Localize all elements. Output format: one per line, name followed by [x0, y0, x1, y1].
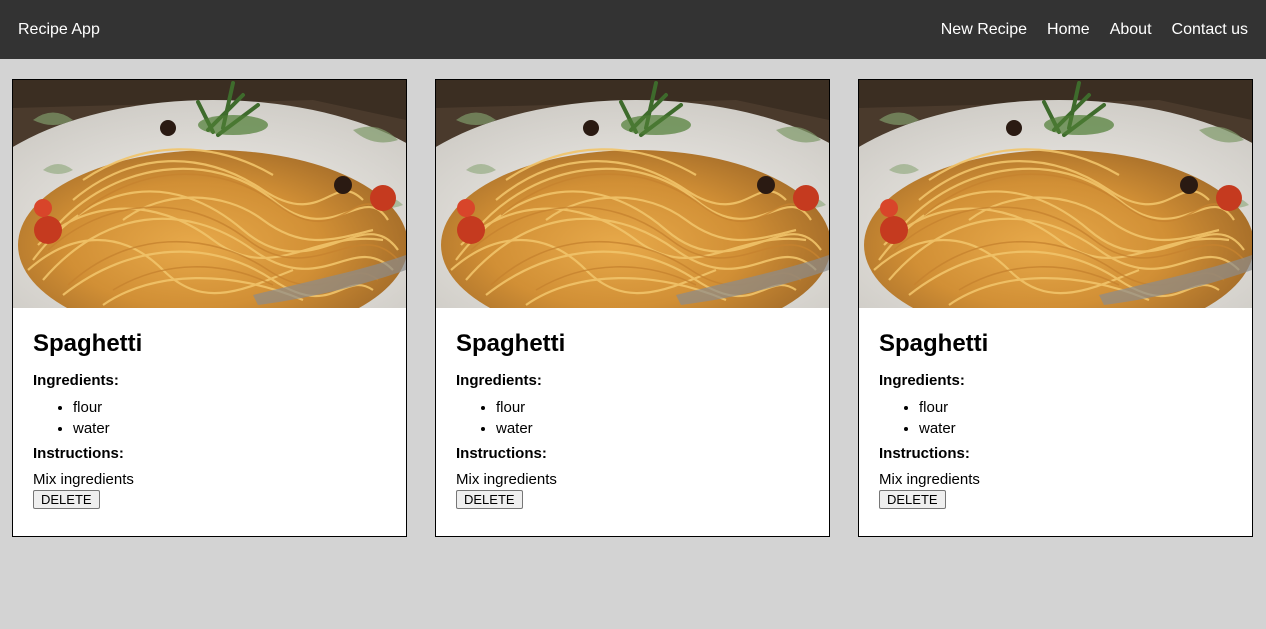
- recipe-title: Spaghetti: [33, 330, 143, 357]
- nav-link-contact-us[interactable]: Contact us: [1172, 21, 1248, 39]
- spaghetti-photo: [436, 80, 829, 308]
- delete-button[interactable]: DELETE: [33, 490, 100, 509]
- recipe-card-body: Spaghetti Ingredients: flour water Instr…: [859, 308, 1252, 509]
- spaghetti-photo: [859, 80, 1252, 308]
- ingredients-label: Ingredients:: [879, 372, 965, 389]
- spaghetti-photo: [13, 80, 406, 308]
- recipe-card: Spaghetti Ingredients: flour water Instr…: [435, 79, 830, 537]
- ingredients-label: Ingredients:: [33, 372, 119, 389]
- recipe-card: Spaghetti Ingredients: flour water Instr…: [858, 79, 1253, 537]
- nav-link-home[interactable]: Home: [1047, 21, 1090, 39]
- recipe-card-body: Spaghetti Ingredients: flour water Instr…: [13, 308, 406, 509]
- ingredients-list: flour water: [919, 397, 1232, 439]
- ingredient-item: flour: [73, 397, 386, 418]
- ingredients-list: flour water: [496, 397, 809, 439]
- instructions-text: Mix ingredients: [33, 471, 134, 488]
- nav-link-about[interactable]: About: [1110, 21, 1152, 39]
- recipe-title: Spaghetti: [879, 330, 989, 357]
- instructions-label: Instructions:: [879, 445, 970, 462]
- recipe-card: Spaghetti Ingredients: flour water Instr…: [12, 79, 407, 537]
- instructions-label: Instructions:: [456, 445, 547, 462]
- ingredient-item: flour: [919, 397, 1232, 418]
- ingredients-list: flour water: [73, 397, 386, 439]
- ingredients-label: Ingredients:: [456, 372, 542, 389]
- nav-link-new-recipe[interactable]: New Recipe: [941, 21, 1027, 39]
- delete-button[interactable]: DELETE: [879, 490, 946, 509]
- top-navbar: Recipe App New Recipe Home About Contact…: [0, 0, 1266, 59]
- recipe-title: Spaghetti: [456, 330, 566, 357]
- instructions-text: Mix ingredients: [879, 471, 980, 488]
- ingredient-item: water: [73, 418, 386, 439]
- ingredient-item: flour: [496, 397, 809, 418]
- ingredient-item: water: [919, 418, 1232, 439]
- delete-button[interactable]: DELETE: [456, 490, 523, 509]
- brand-link[interactable]: Recipe App: [18, 21, 100, 39]
- ingredient-item: water: [496, 418, 809, 439]
- instructions-label: Instructions:: [33, 445, 124, 462]
- nav-links: New Recipe Home About Contact us: [941, 21, 1248, 39]
- instructions-text: Mix ingredients: [456, 471, 557, 488]
- recipe-card-body: Spaghetti Ingredients: flour water Instr…: [436, 308, 829, 509]
